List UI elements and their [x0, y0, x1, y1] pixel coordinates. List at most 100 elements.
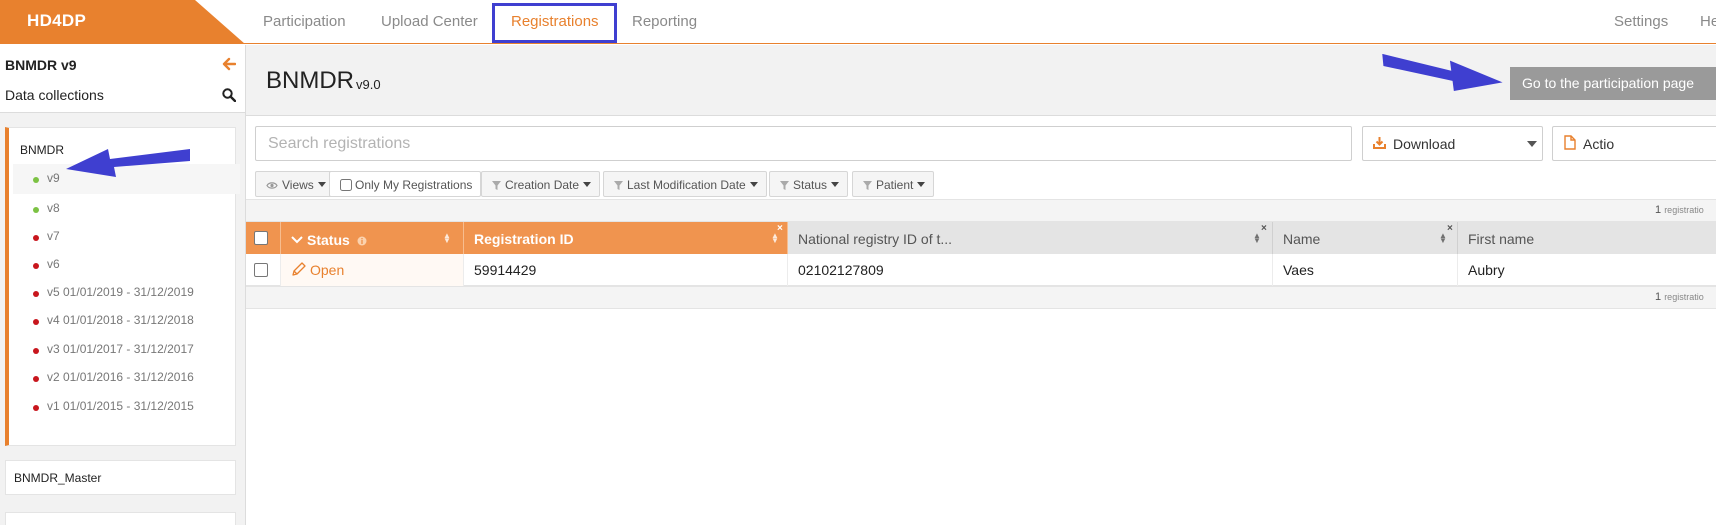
only-my-registrations-label: Only My Registrations [355, 178, 473, 192]
column-header-registration-id[interactable]: Registration ID ▲ ▼ × [464, 222, 788, 254]
download-button[interactable]: Download [1362, 126, 1543, 161]
version-label: v8 [47, 201, 60, 215]
views-filter-button[interactable]: Views [255, 171, 335, 197]
version-label: v3 01/01/2017 - 31/12/2017 [47, 342, 194, 356]
version-item-v6[interactable]: v6 [13, 250, 240, 280]
status-dot-icon [33, 319, 39, 325]
registration-count: 1 registratio [1655, 291, 1704, 303]
info-icon[interactable] [357, 233, 367, 249]
actions-button[interactable]: Actio [1552, 126, 1716, 161]
caret-down-icon [917, 182, 926, 187]
sidebar: BNMDR v9 Data collections BNMDR v9 v8 v7… [0, 45, 246, 525]
status-dot-icon [33, 207, 39, 213]
collection-group-title[interactable]: BNMDR [20, 143, 64, 157]
version-label: v2 01/01/2016 - 31/12/2016 [47, 370, 194, 384]
table-row[interactable]: Open 59914429 02102127809 Vaes Aubry [246, 254, 1716, 286]
status-filter-button[interactable]: Status [769, 171, 849, 197]
sort-icon[interactable]: ▲ ▼ [1253, 232, 1261, 245]
collection-group-title: BNMDR_Master [14, 471, 102, 485]
last-modification-date-filter-button[interactable]: Last Modification Date [603, 171, 767, 197]
version-item-v2[interactable]: v2 01/01/2016 - 31/12/2016 [13, 363, 240, 393]
column-header-first-name[interactable]: First name [1458, 222, 1716, 254]
only-my-registrations-checkbox[interactable] [340, 179, 352, 191]
registration-count: 1 registratio [1655, 204, 1704, 216]
column-header-national-registry-id[interactable]: National registry ID of t... ▲ ▼ × [788, 222, 1273, 254]
column-header-status[interactable]: Status ▲ ▼ [281, 222, 464, 254]
app-logo[interactable]: HD4DP [0, 0, 245, 44]
version-item-v5[interactable]: v5 01/01/2019 - 31/12/2019 [13, 278, 240, 308]
caret-down-icon [831, 182, 840, 187]
nav-help[interactable]: He [1700, 13, 1716, 30]
close-icon[interactable]: × [777, 223, 783, 234]
sort-icon[interactable]: ▲ ▼ [1439, 232, 1447, 245]
page-title: BNMDR [266, 67, 354, 94]
column-label: Registration ID [474, 231, 574, 247]
nav-settings[interactable]: Settings [1614, 13, 1668, 30]
registration-count-bar-bottom: 1 registratio [246, 286, 1716, 309]
status-dot-icon [33, 291, 39, 297]
version-item-v3[interactable]: v3 01/01/2017 - 31/12/2017 [13, 335, 240, 365]
status-dot-icon [33, 376, 39, 382]
patient-filter-button[interactable]: Patient [852, 171, 935, 197]
eye-icon [266, 179, 278, 193]
version-item-v7[interactable]: v7 [13, 222, 240, 252]
version-label: v1 01/01/2015 - 31/12/2015 [47, 399, 194, 413]
version-item-v8[interactable]: v8 [13, 194, 240, 224]
last-modification-date-label: Last Modification Date [627, 178, 746, 192]
page-version: v9.0 [356, 77, 381, 92]
close-icon[interactable]: × [1261, 223, 1267, 234]
column-label: National registry ID of t... [798, 231, 953, 247]
version-label: v4 01/01/2018 - 31/12/2018 [47, 313, 194, 327]
version-item-v4[interactable]: v4 01/01/2018 - 31/12/2018 [13, 306, 240, 336]
version-item-v1[interactable]: v1 01/01/2015 - 31/12/2015 [13, 392, 240, 422]
download-label: Download [1393, 136, 1456, 152]
nav-upload-center[interactable]: Upload Center [381, 13, 478, 30]
caret-down-icon [749, 182, 758, 187]
sort-icon[interactable]: ▲ ▼ [443, 232, 451, 245]
sidebar-subtitle: Data collections [5, 87, 104, 103]
column-label: First name [1468, 231, 1535, 247]
table-header: Status ▲ ▼ Registration ID ▲ ▼ × National … [246, 222, 1716, 254]
status-value: Open [310, 262, 345, 278]
annotation-arrow-icon [1382, 54, 1503, 91]
search-registrations-input[interactable] [255, 126, 1352, 161]
close-icon[interactable]: × [1447, 223, 1453, 234]
creation-date-label: Creation Date [505, 178, 580, 192]
version-label: v9 [47, 171, 60, 185]
version-label: v6 [47, 257, 60, 271]
sidebar-header: BNMDR v9 Data collections [0, 45, 245, 113]
actions-label: Actio [1583, 136, 1615, 152]
sort-icon[interactable]: ▲ ▼ [771, 232, 779, 245]
column-header-name[interactable]: Name ▲ ▼ × [1273, 222, 1458, 254]
pencil-icon[interactable] [291, 262, 306, 280]
creation-date-filter-button[interactable]: Creation Date [481, 171, 601, 197]
select-all-checkbox[interactable] [254, 231, 268, 245]
caret-down-icon [317, 182, 326, 187]
status-dot-icon [33, 177, 39, 183]
row-checkbox[interactable] [254, 263, 268, 277]
registration-count-bar: 1 registratio [246, 199, 1716, 222]
status-dot-icon [33, 405, 39, 411]
chevron-down-icon[interactable] [291, 231, 303, 247]
arrow-left-icon[interactable] [222, 57, 237, 74]
go-to-participation-button[interactable]: Go to the participation page [1510, 67, 1716, 100]
row-status-cell[interactable]: Open [281, 254, 464, 286]
search-icon[interactable] [222, 88, 237, 105]
only-my-registrations-filter[interactable]: Only My Registrations [329, 171, 482, 197]
status-dot-icon [33, 263, 39, 269]
status-dot-icon [33, 348, 39, 354]
caret-down-icon [583, 182, 592, 187]
column-label: Name [1283, 231, 1321, 247]
annotation-arrow-icon [66, 149, 190, 177]
version-label: v5 01/01/2019 - 31/12/2019 [47, 285, 194, 299]
status-dot-icon [33, 235, 39, 241]
filter-icon [492, 179, 501, 193]
filter-icon [863, 179, 872, 193]
collection-group-partial [5, 512, 236, 525]
sidebar-title: BNMDR v9 [5, 57, 77, 73]
nav-reporting[interactable]: Reporting [632, 13, 697, 30]
nav-participation[interactable]: Participation [263, 13, 346, 30]
row-name: Vaes [1273, 254, 1458, 286]
top-navigation-bar: HD4DP Participation Upload Center Regist… [0, 0, 1716, 44]
collection-group-bnmdr-master[interactable]: BNMDR_Master [5, 460, 236, 495]
